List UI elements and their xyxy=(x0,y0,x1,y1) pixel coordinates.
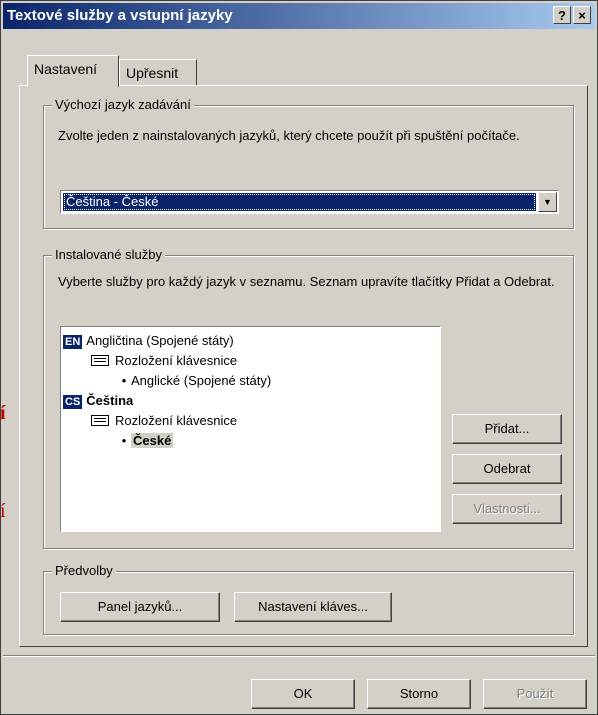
bullet-icon: • xyxy=(121,373,127,388)
tree-item-label: Angličtina (Spojené státy) xyxy=(86,333,234,348)
installed-services-description: Vyberte služby pro každý jazyk v seznamu… xyxy=(58,274,555,289)
tree-item-label: Rozložení klávesnice xyxy=(115,353,238,368)
key-settings-button[interactable]: Nastavení kláves... xyxy=(234,592,392,622)
language-badge-en: EN xyxy=(63,335,83,349)
tree-item-keyboard-layout-en[interactable]: Rozložení klávesnice xyxy=(91,353,237,368)
window-title: Textové služby a vstupní jazyky xyxy=(7,7,233,24)
installed-services-group: Instalované služby Vyberte služby pro ka… xyxy=(43,247,574,549)
tree-item-layout-english-us[interactable]: • Anglické (Spojené státy) xyxy=(117,373,271,388)
tree-item-english[interactable]: EN Angličtina (Spojené státy) xyxy=(63,333,234,349)
language-bar-button[interactable]: Panel jazyků... xyxy=(60,592,220,622)
apply-button[interactable]: Použít xyxy=(483,679,587,709)
cancel-button[interactable]: Storno xyxy=(367,679,471,709)
installed-services-legend: Instalované služby xyxy=(52,247,165,262)
help-button[interactable]: ? xyxy=(553,6,571,24)
tab-nastaveni[interactable]: Nastavení xyxy=(27,55,119,87)
side-mark: í xyxy=(0,402,6,424)
title-bar[interactable]: Textové služby a vstupní jazyky ? × xyxy=(3,3,595,29)
close-button[interactable]: × xyxy=(573,6,591,24)
keyboard-icon xyxy=(91,355,109,366)
preferences-legend: Předvolby xyxy=(52,563,116,578)
services-tree[interactable]: EN Angličtina (Spojené státy) Rozložení k… xyxy=(60,326,441,532)
dialog-window: Textové služby a vstupní jazyky ? × Nast… xyxy=(0,0,598,715)
tree-item-label: Anglické (Spojené státy) xyxy=(131,373,272,388)
ok-button[interactable]: OK xyxy=(251,679,355,709)
bullet-icon: • xyxy=(121,433,127,448)
footer-divider xyxy=(3,655,595,657)
default-language-legend: Výchozí jazyk zadávání xyxy=(52,97,194,112)
tree-item-czech[interactable]: CS Čeština xyxy=(63,393,133,409)
remove-button[interactable]: Odebrat xyxy=(452,454,562,484)
tree-item-label: České xyxy=(131,433,174,448)
language-badge-cs: CS xyxy=(63,395,83,409)
tab-upresnit[interactable]: Upřesnit xyxy=(119,59,197,85)
default-language-group: Výchozí jazyk zadávání Zvolte jeden z na… xyxy=(43,97,574,229)
properties-button[interactable]: Vlastnosti... xyxy=(452,494,562,524)
preferences-group: Předvolby Panel jazyků... Nastavení kláv… xyxy=(43,563,574,635)
side-mark: í xyxy=(0,500,6,522)
tree-item-keyboard-layout-cs[interactable]: Rozložení klávesnice xyxy=(91,413,237,428)
tree-item-label: Rozložení klávesnice xyxy=(115,413,238,428)
add-button[interactable]: Přidat... xyxy=(452,414,562,444)
tree-item-label: Čeština xyxy=(86,393,134,408)
tree-item-layout-czech[interactable]: • České xyxy=(117,433,174,448)
default-language-selected: Čeština - České xyxy=(63,193,536,211)
default-language-description: Zvolte jeden z nainstalovaných jazyků, k… xyxy=(58,128,520,143)
default-language-select[interactable]: Čeština - České ▼ xyxy=(60,190,559,214)
keyboard-icon xyxy=(91,415,109,426)
chevron-down-icon[interactable]: ▼ xyxy=(538,192,557,212)
